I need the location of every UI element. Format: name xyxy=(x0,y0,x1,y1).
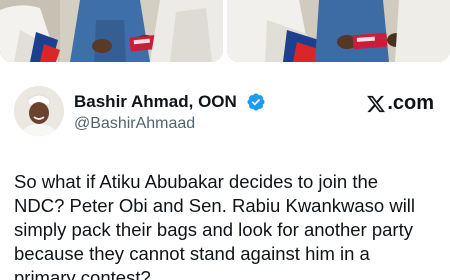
x-logo-icon xyxy=(367,95,386,112)
attached-photo-left[interactable] xyxy=(0,0,223,62)
verified-badge-icon xyxy=(247,93,265,111)
author-display-name[interactable]: Bashir Ahmad, OON xyxy=(74,92,237,112)
author-handle[interactable]: @BashirAhmaad xyxy=(74,115,195,133)
tweet-header: Bashir Ahmad, OON @BashirAhmaad .com xyxy=(0,80,450,140)
author-avatar[interactable] xyxy=(14,86,64,136)
attached-photo-right[interactable] xyxy=(227,0,450,62)
tweet-card: Bashir Ahmad, OON @BashirAhmaad .com So … xyxy=(0,0,450,280)
photo-left-illustration xyxy=(0,0,223,62)
tweet-body-text: So what if Atiku Abubakar decides to joi… xyxy=(14,171,416,280)
photo-right-illustration xyxy=(227,0,450,62)
source-label: .com xyxy=(387,92,434,114)
source-link[interactable]: .com xyxy=(366,92,434,115)
attached-photos xyxy=(0,0,450,67)
avatar-illustration xyxy=(14,86,64,136)
